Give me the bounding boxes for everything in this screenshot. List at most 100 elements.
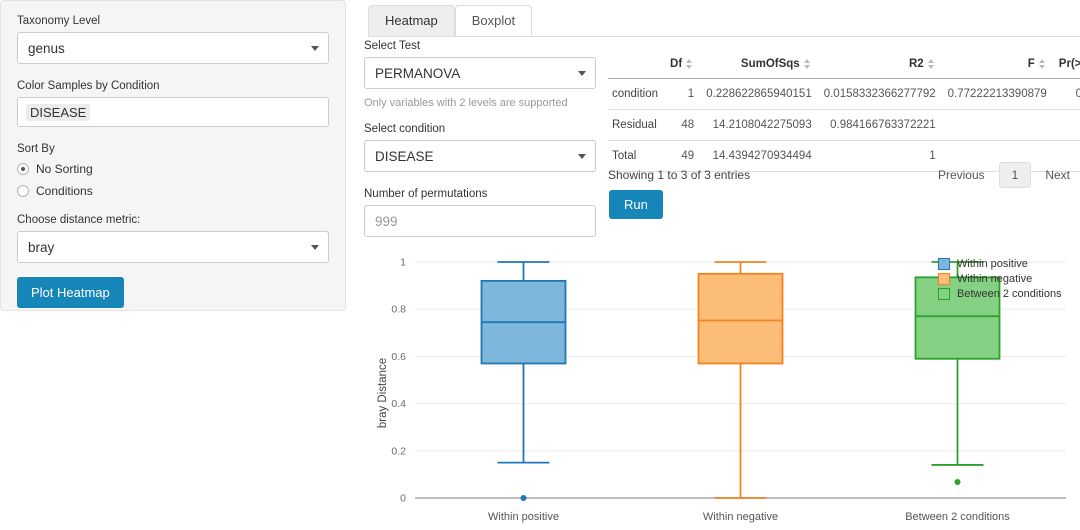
cell-df: 1 xyxy=(666,78,703,110)
chart-boxes xyxy=(480,261,1001,501)
chevron-down-icon xyxy=(578,71,586,76)
taxonomy-level-label: Taxonomy Level xyxy=(17,15,101,27)
taxonomy-level-value: genus xyxy=(17,32,329,64)
legend-label: Between 2 conditions xyxy=(957,288,1062,300)
select-condition-value: DISEASE xyxy=(364,140,596,172)
run-button[interactable]: Run xyxy=(609,190,663,219)
legend-swatch xyxy=(938,273,950,285)
select-condition-label: Select condition xyxy=(364,123,446,135)
col-header-rowname[interactable] xyxy=(608,52,667,79)
permutations-input[interactable]: 999 xyxy=(364,205,596,237)
radio-no-sorting[interactable]: No Sorting xyxy=(17,162,329,176)
x-tick-label: Within negative xyxy=(703,511,778,523)
y-tick-label: 0 xyxy=(400,493,406,505)
cell-prf xyxy=(1054,109,1080,141)
y-tick-label: 0.6 xyxy=(391,351,406,363)
legend-label: Within negative xyxy=(957,273,1033,285)
y-tick-label: 1 xyxy=(400,257,406,269)
col-header-prf[interactable]: Pr(>F) xyxy=(1054,52,1080,79)
taxonomy-level-select[interactable]: genus xyxy=(17,32,329,64)
legend-swatch xyxy=(938,288,950,300)
select-condition-dropdown[interactable]: DISEASE xyxy=(364,140,596,172)
pagination: Previous 1 Next xyxy=(928,162,1080,188)
col-header-sumofsqs[interactable]: SumOfSqs xyxy=(702,52,820,79)
col-label-sumofsqs: SumOfSqs xyxy=(740,58,800,70)
chevron-down-icon xyxy=(311,245,319,250)
tab-boxplot[interactable]: Boxplot xyxy=(454,5,533,37)
analysis-controls: Select Test PERMANOVA Only variables wit… xyxy=(364,40,596,237)
tab-heatmap[interactable]: Heatmap xyxy=(368,5,455,37)
pagination-page-1[interactable]: 1 xyxy=(998,162,1032,188)
radio-no-sorting-label: No Sorting xyxy=(36,162,93,176)
cell-rowname: condition xyxy=(608,78,667,110)
y-tick-label: 0.8 xyxy=(391,304,406,316)
distance-metric-value: bray xyxy=(17,231,329,263)
select-test-label: Select Test xyxy=(364,40,421,52)
col-label-df: Df xyxy=(670,58,683,70)
col-label-f: F xyxy=(1027,58,1035,70)
table-row: Residual 48 14.2108042275093 0.984166763… xyxy=(608,109,1080,141)
legend-item-1[interactable]: Within positive xyxy=(938,258,1062,270)
cell-rowname: Residual xyxy=(608,109,667,141)
sort-by-label: Sort By xyxy=(17,143,55,155)
chart-x-labels: Within positive Within negative Between 2 … xyxy=(488,511,1010,523)
legend-item-2[interactable]: Within negative xyxy=(938,273,1062,285)
app-root: Taxonomy Level genus Color Samples by Co… xyxy=(0,0,1080,530)
box-2[interactable] xyxy=(697,272,784,365)
x-tick-label: Within positive xyxy=(488,511,559,523)
tab-bar: Heatmap Boxplot xyxy=(368,4,608,37)
cell-f: 0.77222213390879 xyxy=(943,78,1055,110)
color-samples-input[interactable]: DISEASE xyxy=(17,97,329,127)
chart-legend: Within positive Within negative Between 2 … xyxy=(938,258,1062,300)
chevron-down-icon xyxy=(311,46,319,51)
col-label-r2: R2 xyxy=(908,58,924,70)
legend-label: Within positive xyxy=(957,258,1028,270)
pagination-previous[interactable]: Previous xyxy=(928,163,995,187)
cell-sumofsqs: 14.2108042275093 xyxy=(702,109,820,141)
col-header-r2[interactable]: R2 xyxy=(819,52,944,79)
cell-sumofsqs: 0.228622865940151 xyxy=(702,78,820,110)
legend-swatch xyxy=(938,258,950,270)
sidebar-panel: Taxonomy Level genus Color Samples by Co… xyxy=(0,0,346,311)
select-test-value: PERMANOVA xyxy=(364,57,596,89)
y-tick-label: 0.2 xyxy=(391,445,406,457)
distance-metric-select[interactable]: bray xyxy=(17,231,329,263)
cell-f xyxy=(943,109,1055,141)
outlier-point[interactable] xyxy=(954,478,961,485)
cell-r2: 0.0158332366277792 xyxy=(819,78,944,110)
col-header-df[interactable]: Df xyxy=(666,52,703,79)
col-label-prf: Pr(>F) xyxy=(1058,58,1080,70)
radio-conditions[interactable]: Conditions xyxy=(17,184,329,198)
cell-prf: 0.652 xyxy=(1054,78,1080,110)
sort-icon xyxy=(803,58,812,69)
levels-hint: Only variables with 2 levels are support… xyxy=(364,97,568,109)
chevron-down-icon xyxy=(578,154,586,159)
select-test-dropdown[interactable]: PERMANOVA xyxy=(364,57,596,89)
plot-heatmap-button[interactable]: Plot Heatmap xyxy=(17,277,124,308)
tab-divider xyxy=(368,36,1080,37)
x-tick-label: Between 2 conditions xyxy=(905,511,1010,523)
radio-conditions-label: Conditions xyxy=(36,184,93,198)
distance-metric-label: Choose distance metric: xyxy=(17,214,141,226)
condition-token: DISEASE xyxy=(26,103,91,121)
table-footer: Showing 1 to 3 of 3 entries Previous 1 N… xyxy=(608,162,1080,188)
chart-y-axis-label: bray Distance xyxy=(377,358,389,428)
cell-r2: 0.984166763372221 xyxy=(819,109,944,141)
cell-df: 48 xyxy=(666,109,703,141)
radio-icon-selected xyxy=(17,163,29,175)
y-tick-label: 0.4 xyxy=(391,398,406,410)
table-header-row: Df SumOfSqs R2 F Pr(>F) xyxy=(608,52,1080,79)
permutations-label: Number of permutations xyxy=(364,188,488,200)
color-samples-label: Color Samples by Condition xyxy=(17,80,160,92)
outlier-point[interactable] xyxy=(520,495,527,501)
sort-icon xyxy=(927,58,936,69)
table-row: condition 1 0.228622865940151 0.01583323… xyxy=(608,78,1080,110)
results-table-container: Df SumOfSqs R2 F Pr(>F) condition 1 0.22… xyxy=(608,52,1080,172)
pagination-next[interactable]: Next xyxy=(1035,163,1080,187)
sort-icon xyxy=(1038,58,1047,69)
chart-y-ticks: 0 0.2 0.4 0.6 0.8 1 xyxy=(391,257,406,505)
sort-icon xyxy=(686,58,694,69)
permanova-results-table: Df SumOfSqs R2 F Pr(>F) condition 1 0.22… xyxy=(608,52,1080,172)
col-header-f[interactable]: F xyxy=(943,52,1055,79)
legend-item-3[interactable]: Between 2 conditions xyxy=(938,288,1062,300)
